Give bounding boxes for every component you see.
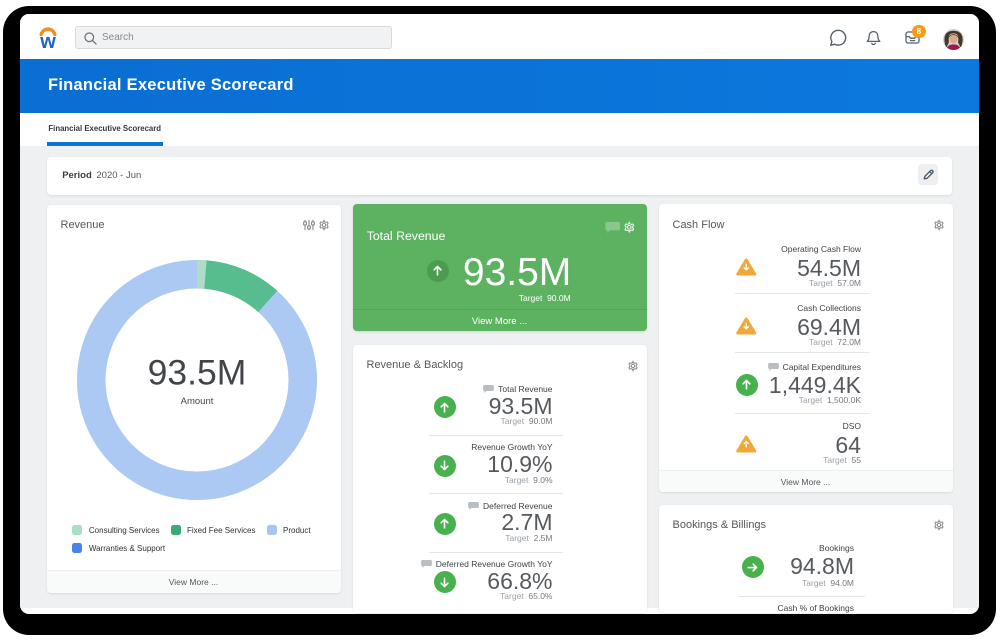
- svg-text:93.5M: 93.5M: [147, 352, 246, 392]
- svg-text:Amount: Amount: [180, 396, 213, 407]
- svg-text:w: w: [39, 31, 56, 49]
